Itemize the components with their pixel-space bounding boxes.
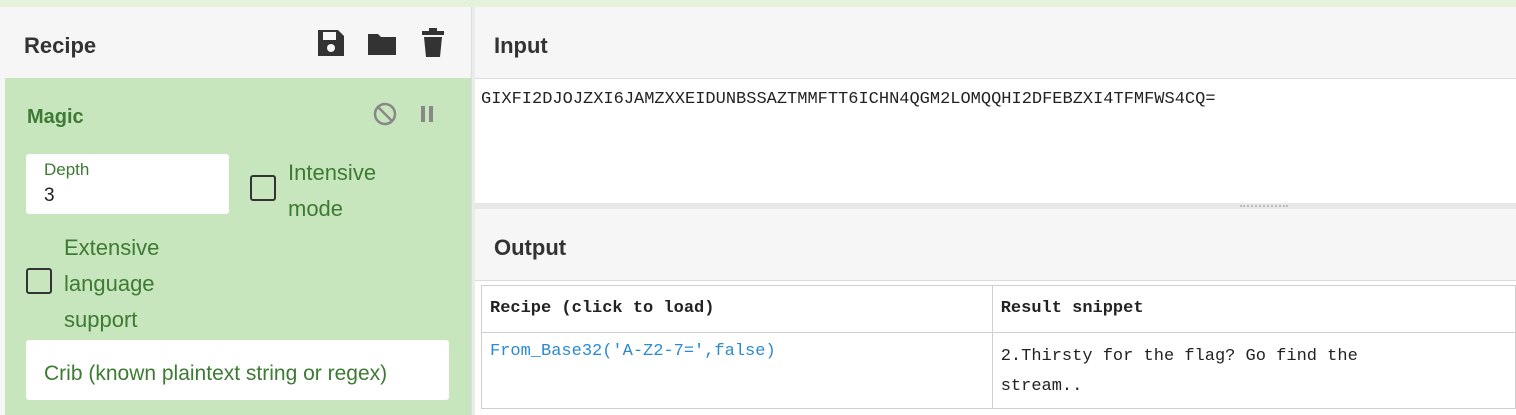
- depth-input[interactable]: [44, 185, 214, 207]
- top-strip: [0, 0, 1516, 7]
- magic-results-table: Recipe (click to load) Result snippet Fr…: [481, 285, 1516, 409]
- input-title: Input: [494, 33, 548, 58]
- table-header-row: Recipe (click to load) Result snippet: [481, 285, 1516, 333]
- output-header: Output: [475, 209, 1516, 281]
- recipe-cell: From_Base32('A-Z2-7=',false): [481, 332, 993, 409]
- snippet-cell: 2.Thirsty for the flag? Go find the strea…: [991, 332, 1516, 409]
- save-icon[interactable]: [314, 26, 348, 60]
- extensive-language-label: Extensive language support: [64, 235, 160, 332]
- trash-icon[interactable]: [416, 26, 450, 60]
- extensive-language-checkbox[interactable]: [26, 268, 52, 294]
- crib-placeholder: Crib (known plaintext string or regex): [44, 362, 388, 385]
- recipe-title: Recipe: [24, 33, 97, 58]
- disable-icon[interactable]: [371, 100, 399, 128]
- column-header-snippet: Result snippet: [991, 285, 1516, 333]
- input-textarea[interactable]: GIXFI2DJOJZXI6JAMZXXEIDUNBSSAZTMMFTT6ICH…: [481, 90, 1216, 109]
- pause-icon[interactable]: [413, 100, 441, 128]
- depth-label: Depth: [44, 160, 90, 179]
- operation-title: Magic: [27, 106, 84, 128]
- input-header: Input: [475, 7, 1516, 79]
- io-panel: Input GIXFI2DJOJZXI6JAMZXXEIDUNBSSAZTMMF…: [475, 7, 1516, 415]
- column-header-recipe: Recipe (click to load): [481, 285, 993, 333]
- recipe-panel: Recipe Magic Depth Intensive mode E: [0, 7, 472, 415]
- depth-field[interactable]: Depth: [26, 154, 229, 214]
- recipe-header: Recipe: [5, 7, 471, 78]
- folder-icon[interactable]: [365, 26, 399, 60]
- intensive-mode-label: Intensive mode: [288, 160, 377, 221]
- crib-field[interactable]: Crib (known plaintext string or regex): [26, 340, 449, 400]
- intensive-mode-checkbox[interactable]: [250, 175, 276, 201]
- recipe-load-link[interactable]: From_Base32('A-Z2-7=',false): [490, 342, 776, 361]
- result-snippet: 2.Thirsty for the flag? Go find the strea…: [1000, 347, 1358, 396]
- magic-operation: Magic Depth Intensive mode Extensive lan…: [5, 78, 471, 415]
- table-row: From_Base32('A-Z2-7=',false) 2.Thirsty f…: [481, 332, 1516, 409]
- output-title: Output: [494, 235, 567, 260]
